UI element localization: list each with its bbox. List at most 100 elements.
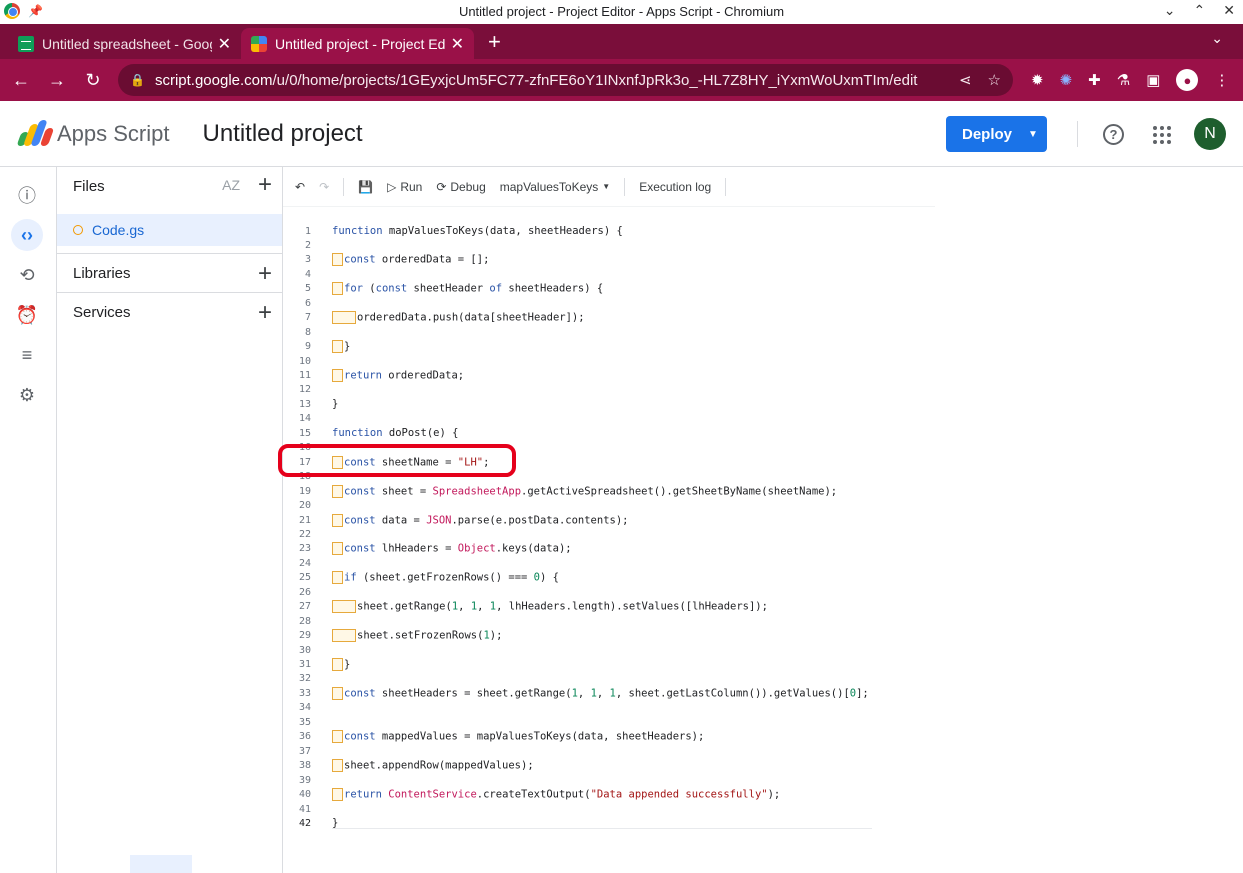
google-apps-grid-icon[interactable] — [1153, 126, 1171, 144]
lab-flask-icon[interactable]: ⚗ — [1117, 71, 1130, 89]
redo-icon[interactable]: ↷ — [319, 180, 329, 194]
save-icon[interactable]: 💾 — [358, 180, 373, 194]
code-line[interactable]: 4 — [283, 267, 332, 281]
line-code[interactable]: const sheetHeaders = sheet.getRange(1, 1… — [332, 686, 869, 700]
extension-spark-icon[interactable]: ✺ — [1060, 71, 1073, 89]
close-tab-icon[interactable]: ✕ — [218, 34, 231, 54]
tab-spreadsheet[interactable]: Untitled spreadsheet - Goog ✕ — [8, 28, 241, 59]
tab-project-editor[interactable]: Untitled project - Project Edit ✕ — [241, 28, 474, 59]
code-line[interactable]: 3 const orderedData = []; — [283, 253, 489, 267]
editor-code-icon[interactable]: ‹› — [11, 219, 43, 251]
line-code[interactable]: return ContentService.createTextOutput("… — [332, 788, 780, 802]
minimize-chevron-icon[interactable]: ⌄ — [1164, 2, 1176, 19]
code-line[interactable]: 1 function mapValuesToKeys(data, sheetHea… — [283, 224, 623, 238]
line-code[interactable]: const mappedValues = mapValuesToKeys(dat… — [332, 730, 704, 744]
code-line[interactable]: 39 — [283, 773, 332, 787]
code-line[interactable]: 34 — [283, 701, 332, 715]
close-window-icon[interactable]: ✕ — [1223, 2, 1235, 19]
code-line[interactable]: 8 — [283, 325, 332, 339]
code-line[interactable]: 9} — [283, 340, 350, 354]
code-line[interactable]: 7 orderedData.push(data[sheetHeader]); — [283, 311, 585, 325]
function-select[interactable]: mapValuesToKeys ▼ — [500, 180, 610, 194]
account-avatar[interactable]: N — [1194, 118, 1226, 150]
lock-icon[interactable]: 🔒 — [130, 73, 145, 87]
code-line[interactable]: 24 — [283, 556, 332, 570]
back-arrow-icon[interactable]: ← — [10, 70, 32, 91]
debug-button[interactable]: ⟳ Debug — [436, 180, 485, 194]
settings-gear-icon[interactable]: ⚙ — [11, 379, 43, 411]
line-code[interactable]: function mapValuesToKeys(data, sheetHead… — [332, 225, 623, 237]
code-line[interactable]: 20 — [283, 499, 332, 513]
line-code[interactable]: orderedData.push(data[sheetHeader]); — [332, 311, 585, 325]
share-icon[interactable]: ⋖ — [959, 71, 972, 89]
code-line[interactable]: 14 — [283, 412, 332, 426]
reload-icon[interactable]: ↻ — [82, 70, 104, 91]
alarm-clock-icon[interactable]: ⏰ — [11, 299, 43, 331]
code-line[interactable]: 41 — [283, 802, 332, 816]
extensions-puzzle-icon[interactable]: ✚ — [1088, 71, 1101, 89]
line-code[interactable]: } — [332, 398, 338, 410]
project-title[interactable]: Untitled project — [203, 120, 363, 148]
code-line[interactable]: 11 return orderedData; — [283, 369, 464, 383]
code-line[interactable]: 40 return ContentService.createTextOutput… — [283, 788, 780, 802]
code-line[interactable]: 6 — [283, 296, 332, 310]
code-line[interactable]: 10 — [283, 354, 332, 368]
code-line[interactable]: 26 — [283, 585, 332, 599]
code-line[interactable]: 12 — [283, 383, 332, 397]
execution-log-button[interactable]: Execution log — [639, 180, 711, 194]
code-line[interactable]: 37 — [283, 744, 332, 758]
code-line[interactable]: 27 sheet.getRange(1, 1, 1, lhHeaders.leng… — [283, 600, 768, 614]
forward-arrow-icon[interactable]: → — [46, 70, 68, 91]
code-line[interactable]: 29 sheet.setFrozenRows(1); — [283, 629, 502, 643]
line-code[interactable]: const data = JSON.parse(e.postData.conte… — [332, 513, 629, 527]
address-bar[interactable]: 🔒 script.google.com/u/0/home/projects/1G… — [118, 64, 1013, 96]
code-line[interactable]: 31} — [283, 658, 350, 672]
add-library-plus-icon[interactable]: + — [258, 260, 272, 288]
maximize-chevron-icon[interactable]: ⌃ — [1194, 2, 1206, 19]
side-panel-icon[interactable]: ▣ — [1146, 71, 1160, 89]
code-line[interactable]: 42} — [283, 816, 338, 830]
code-line[interactable]: 28 — [283, 614, 332, 628]
code-line[interactable]: 13} — [283, 397, 338, 411]
tab-search-chevron-icon[interactable]: ⌄ — [1211, 30, 1223, 47]
services-section[interactable]: Services + — [57, 292, 282, 331]
browser-menu-icon[interactable]: ⋮ — [1214, 71, 1229, 89]
line-code[interactable]: return orderedData; — [332, 369, 464, 382]
sort-az-icon[interactable]: AZ — [222, 177, 240, 193]
code-line[interactable]: 15 function doPost(e) { — [283, 426, 458, 440]
line-code[interactable]: sheet.setFrozenRows(1); — [332, 629, 502, 643]
close-tab-icon[interactable]: ✕ — [451, 34, 464, 54]
libraries-section[interactable]: Libraries + — [57, 253, 282, 292]
code-line[interactable]: 5 for (const sheetHeader of sheetHeaders)… — [283, 282, 603, 296]
executions-list-icon[interactable]: ≡ — [11, 339, 43, 371]
line-code[interactable]: sheet.getRange(1, 1, 1, lhHeaders.length… — [332, 600, 768, 614]
new-tab-plus-icon[interactable]: + — [488, 29, 501, 55]
bookmark-star-icon[interactable]: ☆ — [988, 71, 1001, 89]
code-line[interactable]: 21 const data = JSON.parse(e.postData.con… — [283, 513, 629, 527]
code-line[interactable]: 2 — [283, 238, 332, 252]
overview-info-icon[interactable]: ⓘ — [11, 179, 43, 211]
code-line[interactable]: 19 const sheet = SpreadsheetApp.getActive… — [283, 484, 837, 498]
add-service-plus-icon[interactable]: + — [258, 299, 272, 327]
line-code[interactable]: } — [332, 658, 350, 671]
line-code[interactable]: } — [332, 340, 350, 354]
triggers-history-icon[interactable]: ⟲ — [11, 259, 43, 291]
code-line[interactable]: 38 sheet.appendRow(mappedValues); — [283, 759, 534, 773]
code-line[interactable]: 23 const lhHeaders = Object.keys(data); — [283, 542, 572, 556]
line-code[interactable]: const lhHeaders = Object.keys(data); — [332, 542, 572, 556]
undo-icon[interactable]: ↶ — [295, 180, 305, 194]
code-line[interactable]: 35 — [283, 715, 332, 729]
run-button[interactable]: ▷ Run — [387, 180, 422, 194]
line-code[interactable]: sheet.appendRow(mappedValues); — [332, 759, 534, 773]
code-line[interactable]: 22 — [283, 527, 332, 541]
extension-gear-icon[interactable]: ✹ — [1031, 71, 1044, 89]
code-line[interactable]: 30 — [283, 643, 332, 657]
code-line[interactable]: 33 const sheetHeaders = sheet.getRange(1,… — [283, 686, 869, 700]
code-line[interactable]: 25 if (sheet.getFrozenRows() === 0) { — [283, 571, 559, 585]
line-code[interactable]: function doPost(e) { — [332, 427, 458, 439]
url-text[interactable]: script.google.com/u/0/home/projects/1GEy… — [155, 72, 943, 89]
line-code[interactable]: if (sheet.getFrozenRows() === 0) { — [332, 571, 559, 585]
code-line[interactable]: 36 const mappedValues = mapValuesToKeys(d… — [283, 730, 704, 744]
line-code[interactable]: const sheet = SpreadsheetApp.getActiveSp… — [332, 484, 837, 498]
deploy-button[interactable]: Deploy ▼ — [946, 116, 1047, 152]
